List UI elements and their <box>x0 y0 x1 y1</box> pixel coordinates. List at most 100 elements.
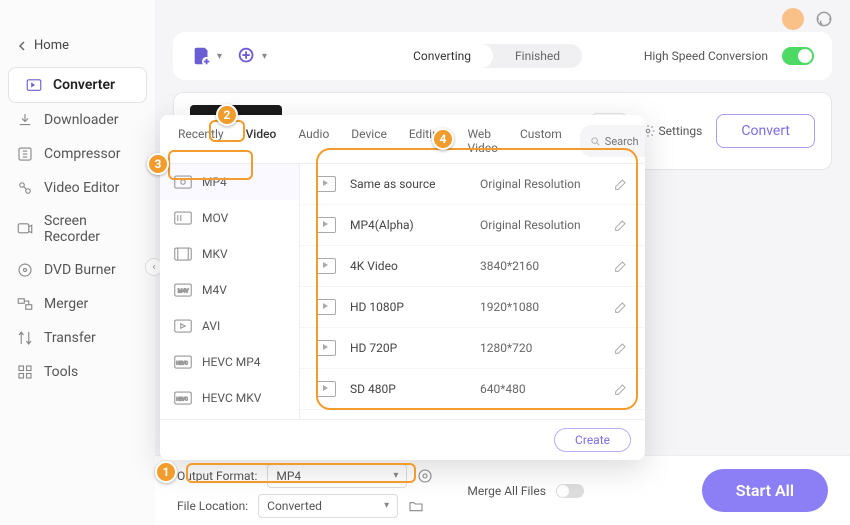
resolution-item[interactable]: 4K Video3840*2160 <box>300 246 645 287</box>
sidebar-item-label: Downloader <box>44 112 119 128</box>
resolution-name: MP4(Alpha) <box>350 218 480 232</box>
popup-tab-recently[interactable]: Recently <box>174 125 228 157</box>
output-format-select[interactable]: MP4▾ <box>267 464 407 488</box>
format-list: MP4 MOV MKV M4V M4V AVI HEVC HEVC MP4 HEVC… <box>160 164 300 419</box>
annotation-3: 3 <box>147 153 169 175</box>
format-mkv[interactable]: MKV <box>160 236 299 272</box>
resolution-item[interactable]: HD 720P1280*720 <box>300 328 645 369</box>
edit-icon[interactable] <box>613 299 629 315</box>
edit-icon[interactable] <box>613 217 629 233</box>
sidebar-item-converter[interactable]: Converter <box>8 67 147 103</box>
resolution-item[interactable]: SD 480P640*480 <box>300 369 645 410</box>
folder-icon[interactable] <box>408 498 424 514</box>
popup-tab-video[interactable]: Video <box>242 125 281 157</box>
format-hevc-mkv[interactable]: HEVC HEVC MKV <box>160 380 299 416</box>
play-icon <box>316 258 336 274</box>
toolbar: ▾ ▾ Converting Finished High Speed Conve… <box>173 32 832 80</box>
format-label: M4V <box>202 283 227 297</box>
high-speed-toggle[interactable] <box>782 47 814 65</box>
gear-icon[interactable] <box>417 468 433 484</box>
play-icon <box>316 217 336 233</box>
sidebar-item-label: Transfer <box>44 330 96 346</box>
format-mp4[interactable]: MP4 <box>160 164 299 200</box>
sidebar-item-label: Merger <box>44 296 88 312</box>
format-m4v[interactable]: M4V M4V <box>160 272 299 308</box>
edit-icon[interactable] <box>613 258 629 274</box>
search-input[interactable] <box>605 135 645 148</box>
resolution-value: 640*480 <box>480 382 613 396</box>
format-mov[interactable]: MOV <box>160 200 299 236</box>
resolution-name: HD 1080P <box>350 300 480 314</box>
convert-button[interactable]: Convert <box>716 114 815 148</box>
popup-tab-custom[interactable]: Custom <box>516 125 566 157</box>
edit-icon[interactable] <box>613 381 629 397</box>
format-hevc-mp4[interactable]: HEVC HEVC MP4 <box>160 344 299 380</box>
sidebar-item-compressor[interactable]: Compressor <box>0 137 155 171</box>
edit-icon[interactable] <box>613 176 629 192</box>
popup-tab-device[interactable]: Device <box>347 125 391 157</box>
sidebar-item-label: Converter <box>53 77 115 93</box>
file-location-label: File Location: <box>177 499 248 513</box>
sidebar-item-tools[interactable]: Tools <box>0 355 155 389</box>
sidebar-item-label: Video Editor <box>44 180 119 196</box>
resolution-list: Same as sourceOriginal Resolution MP4(Al… <box>300 164 645 419</box>
annotation-4: 4 <box>432 128 454 150</box>
svg-text:HEVC: HEVC <box>176 360 188 366</box>
create-button[interactable]: Create <box>554 428 631 452</box>
resolution-value: Original Resolution <box>480 218 613 232</box>
chevron-down-icon: ▾ <box>217 51 222 62</box>
merge-label: Merge All Files <box>467 484 546 498</box>
resolution-value: 1920*1080 <box>480 300 613 314</box>
play-icon <box>316 340 336 356</box>
resolution-item[interactable]: MP4(Alpha)Original Resolution <box>300 205 645 246</box>
sidebar-item-screen-recorder[interactable]: Screen Recorder <box>0 205 155 253</box>
settings-button[interactable]: Settings <box>641 124 703 138</box>
file-location-select[interactable]: Converted▾ <box>258 494 398 518</box>
tab-converting[interactable]: Converting <box>391 44 493 68</box>
svg-text:M4V: M4V <box>178 288 190 294</box>
popup-tab-audio[interactable]: Audio <box>294 125 333 157</box>
add-file-button[interactable]: ▾ <box>191 45 222 67</box>
tab-finished[interactable]: Finished <box>493 44 582 68</box>
resolution-name: SD 480P <box>350 382 480 396</box>
settings-label: Settings <box>659 124 703 138</box>
resolution-item[interactable]: Same as sourceOriginal Resolution <box>300 164 645 205</box>
popup-search[interactable] <box>580 125 645 157</box>
home-button[interactable]: Home <box>0 32 155 59</box>
sidebar-item-label: Screen Recorder <box>44 213 139 245</box>
format-label: MKV <box>202 247 228 261</box>
format-avi[interactable]: AVI <box>160 308 299 344</box>
add-url-button[interactable]: ▾ <box>236 45 267 67</box>
play-icon <box>316 381 336 397</box>
format-label: HEVC MKV <box>202 391 261 405</box>
resolution-name: HD 720P <box>350 341 480 355</box>
resolution-value: 1280*720 <box>480 341 613 355</box>
format-label: AVI <box>202 319 220 333</box>
output-format-value: MP4 <box>276 469 301 483</box>
play-icon <box>316 176 336 192</box>
merge-toggle[interactable] <box>556 484 584 498</box>
play-icon <box>316 299 336 315</box>
sidebar-item-downloader[interactable]: Downloader <box>0 103 155 137</box>
popup-tab-webvideo[interactable]: Web Video <box>463 125 502 157</box>
status-tabs: Converting Finished <box>391 44 582 68</box>
annotation-1: 1 <box>155 461 177 483</box>
resolution-value: Original Resolution <box>480 177 613 191</box>
resolution-value: 3840*2160 <box>480 259 613 273</box>
home-label: Home <box>34 38 69 53</box>
search-icon <box>590 136 601 147</box>
sidebar-item-merger[interactable]: Merger <box>0 287 155 321</box>
start-all-button[interactable]: Start All <box>702 469 828 512</box>
sidebar-item-video-editor[interactable]: Video Editor <box>0 171 155 205</box>
edit-icon[interactable] <box>613 340 629 356</box>
format-label: MP4 <box>202 175 227 189</box>
sidebar-item-label: Tools <box>44 364 78 380</box>
sidebar-item-dvd-burner[interactable]: DVD Burner <box>0 253 155 287</box>
resolution-name: 4K Video <box>350 259 480 273</box>
sidebar: Home Converter Downloader Compressor Vid… <box>0 0 155 525</box>
sidebar-item-transfer[interactable]: Transfer <box>0 321 155 355</box>
format-label: MOV <box>202 211 228 225</box>
resolution-item[interactable]: HD 1080P1920*1080 <box>300 287 645 328</box>
format-label: HEVC MP4 <box>202 355 261 369</box>
svg-text:HEVC: HEVC <box>176 396 188 402</box>
